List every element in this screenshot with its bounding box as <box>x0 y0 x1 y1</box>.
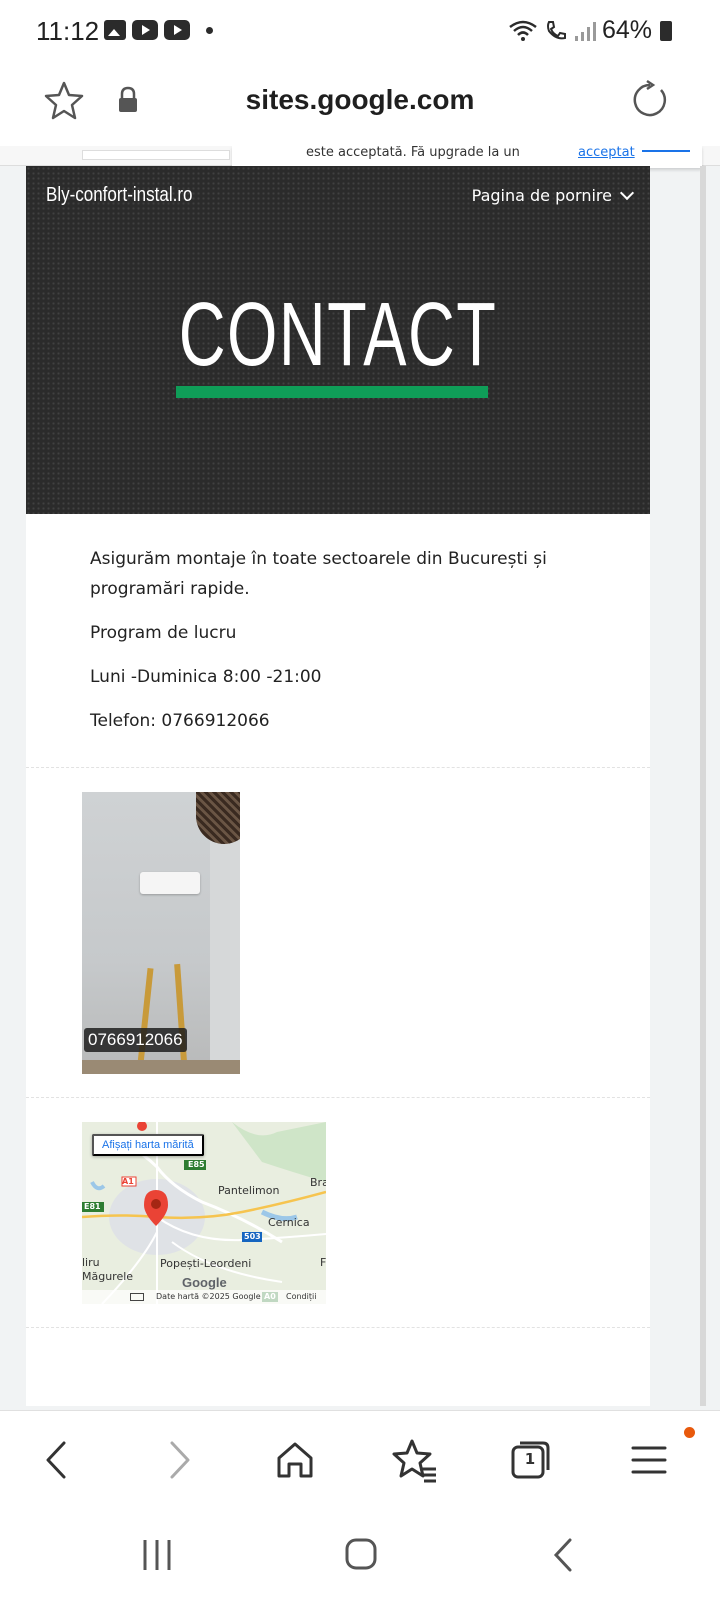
nav-menu-label[interactable]: Pagina de pornire <box>472 186 612 205</box>
dot-icon <box>206 26 213 34</box>
photo-floor <box>82 1060 240 1074</box>
tab-count: 1 <box>524 1450 536 1468</box>
map-place-label: Bra <box>310 1176 326 1189</box>
chevron-down-icon[interactable] <box>619 185 635 200</box>
phone-text: Telefon: 0766912066 <box>90 711 270 731</box>
keyboard-icon[interactable] <box>130 1293 144 1301</box>
back-icon[interactable] <box>32 1435 82 1485</box>
notification-icons <box>104 20 213 40</box>
forward-icon[interactable] <box>154 1435 204 1485</box>
map-road-label: A1 <box>122 1177 134 1186</box>
ac-installation-photo[interactable]: 0766912066 <box>82 792 240 1074</box>
notice-text: este acceptată. Fă upgrade la un <box>306 146 520 160</box>
map-road-label: E81 <box>84 1202 101 1211</box>
wifi-icon <box>509 20 537 41</box>
map-road-label: 503 <box>244 1232 261 1241</box>
battery-icon <box>660 20 672 41</box>
photo-caption: 0766912066 <box>84 1028 187 1052</box>
schedule-hours: Luni -Duminica 8:00 -21:00 <box>90 667 322 687</box>
enlarge-map-button[interactable]: Afișați harta mărită <box>92 1134 204 1156</box>
ruler <box>82 150 230 160</box>
battery-percent: 64% <box>601 16 652 44</box>
notification-dot <box>684 1427 695 1438</box>
youtube-icon <box>132 20 158 40</box>
embedded-map[interactable]: E85 E81 A1 503 A0 Afișați harta mărită P… <box>82 1122 326 1304</box>
google-logo: Google <box>182 1275 227 1290</box>
status-bar: 11:12 64% <box>0 0 720 62</box>
service-area-text: Asigurăm montaje în toate sectoarele din… <box>90 549 547 599</box>
photo-ladder <box>136 967 154 1074</box>
back-nav-icon[interactable] <box>540 1532 590 1578</box>
title-underline <box>176 386 488 398</box>
nav-menu[interactable]: Pagina de pornire <box>472 185 635 205</box>
photo-ladder <box>174 963 188 1074</box>
map-place-label: Popești-Leordeni <box>160 1257 252 1270</box>
home-icon[interactable] <box>270 1435 320 1485</box>
map-data-credit[interactable]: Date hartă ©2025 Google <box>156 1292 261 1301</box>
home-nav-icon[interactable] <box>336 1532 386 1578</box>
scrollbar[interactable] <box>700 166 706 1406</box>
map-place-label: Pantelimon <box>218 1184 280 1197</box>
address-bar: sites.google.com <box>0 62 720 146</box>
map-footer: Date hartă ©2025 Google Condiții <box>82 1290 326 1304</box>
map-section: E85 E81 A1 503 A0 Afișați harta mărită P… <box>26 1098 650 1328</box>
map-place-label: Cernica <box>268 1216 310 1229</box>
wifi-call-icon <box>546 20 566 39</box>
map-place-label: liru <box>82 1256 100 1269</box>
photo-lamp <box>196 792 240 844</box>
notice-link[interactable]: acceptat <box>578 146 635 160</box>
recent-apps-icon[interactable] <box>132 1532 182 1578</box>
upgrade-notice: este acceptată. Fă upgrade la un accepta… <box>232 146 702 168</box>
system-nav-bar <box>0 1510 720 1600</box>
page-title: CONTACT <box>178 285 498 385</box>
photo-section: 0766912066 <box>26 768 650 1098</box>
schedule-heading: Program de lucru <box>90 623 237 643</box>
site-name[interactable]: Bly-confort-instal.ro <box>46 184 192 207</box>
image-notification-icon <box>104 20 126 40</box>
system-icons: 64% <box>508 16 672 45</box>
url-text[interactable]: sites.google.com <box>0 84 720 116</box>
notice-divider <box>642 150 690 152</box>
youtube-icon <box>164 20 190 40</box>
reload-icon[interactable] <box>628 78 672 122</box>
map-place-label: F <box>320 1256 326 1269</box>
clock: 11:12 <box>36 16 100 46</box>
site-content: Bly-confort-instal.ro Pagina de pornire … <box>26 166 650 1406</box>
map-road-label: E85 <box>188 1160 205 1169</box>
menu-icon[interactable] <box>624 1435 674 1485</box>
browser-toolbar: 1 <box>0 1410 720 1510</box>
signal-icon <box>574 21 596 41</box>
bookmarks-icon[interactable] <box>390 1435 440 1485</box>
map-terms-link[interactable]: Condiții <box>286 1292 316 1301</box>
hero-banner: Bly-confort-instal.ro Pagina de pornire … <box>26 166 650 514</box>
contact-info: Asigurăm montaje în toate sectoarele din… <box>26 514 650 768</box>
photo-ac-unit <box>140 872 200 894</box>
tabs-button[interactable]: 1 <box>506 1435 556 1485</box>
map-place-label: Măgurele <box>82 1270 134 1283</box>
web-page: este acceptată. Fă upgrade la un accepta… <box>0 146 720 1410</box>
